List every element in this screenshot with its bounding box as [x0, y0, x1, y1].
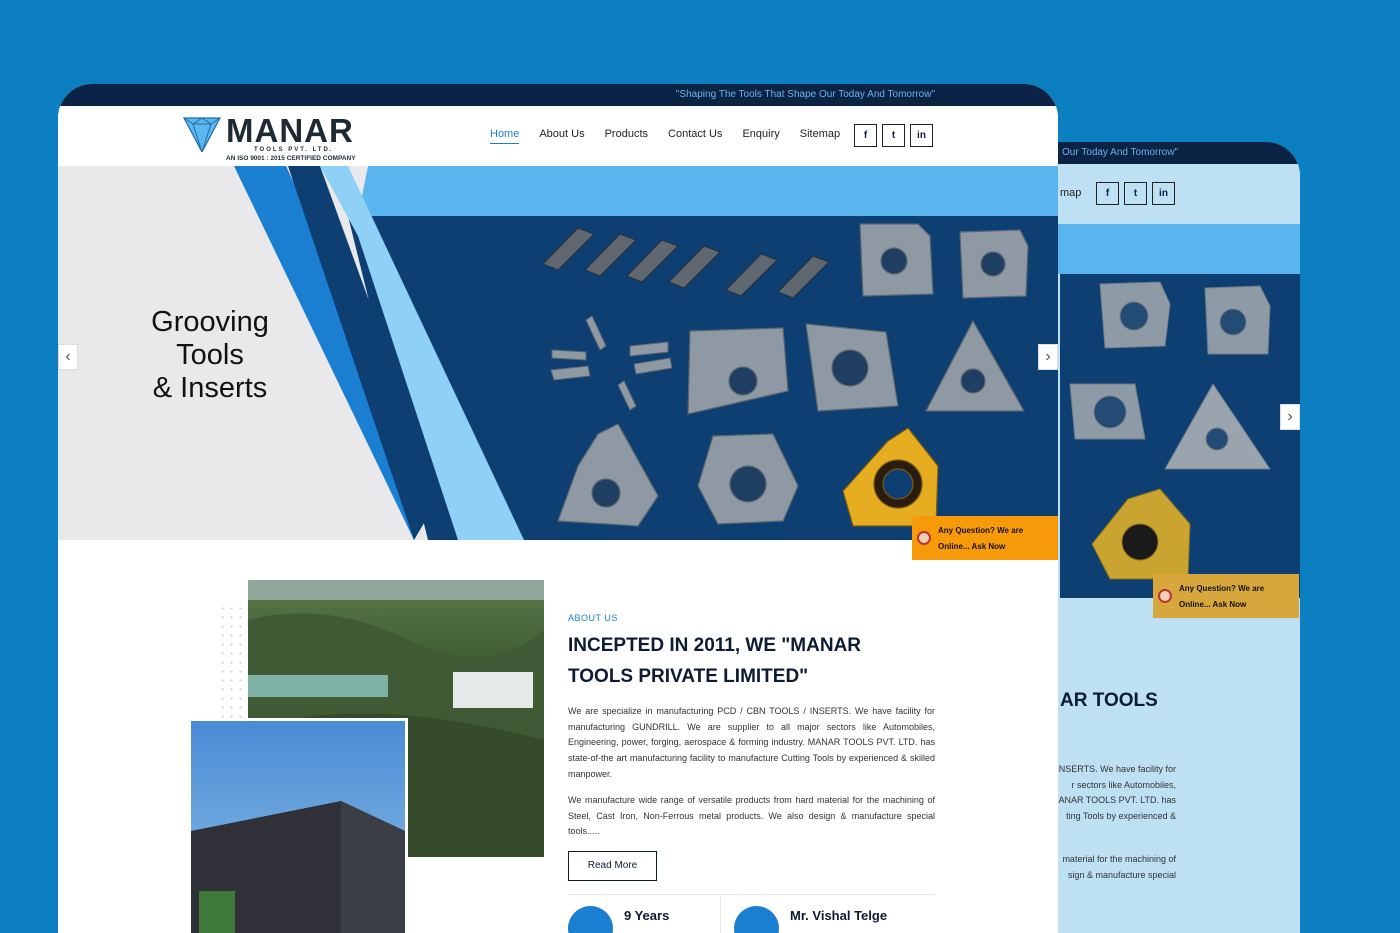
logo[interactable]: MANAR TOOLS PVT. LTD. AN ISO 9001 : 2015…	[182, 112, 372, 162]
header: MANAR TOOLS PVT. LTD. AN ISO 9001 : 2015…	[58, 106, 1058, 166]
chat-widget[interactable]: Any Question? We are Online... Ask Now	[912, 516, 1058, 560]
nav-item-sitemap[interactable]: map	[1060, 187, 1081, 199]
chat-avatar-icon	[1158, 589, 1172, 603]
facebook-icon[interactable]: f	[1096, 182, 1119, 205]
tagline: "Shaping The Tools That Shape Our Today …	[675, 89, 935, 100]
brand-subtitle: TOOLS PVT. LTD.	[254, 147, 334, 153]
nav-item-sitemap[interactable]: Sitemap	[800, 128, 840, 144]
tagline: Our Today And Tomorrow"	[1061, 147, 1178, 158]
hero-slider: Grooving Tools & Inserts ‹ ›	[58, 166, 1058, 540]
divider	[720, 896, 721, 933]
nav-item-about-us[interactable]: About Us	[539, 128, 584, 144]
linkedin-icon[interactable]: in	[1152, 182, 1175, 205]
twitter-icon[interactable]: t	[1124, 182, 1147, 205]
chat-avatar-icon	[917, 531, 931, 545]
chevron-right-icon: ›	[1045, 348, 1051, 365]
chevron-left-icon: ‹	[65, 348, 71, 365]
slider-next-button[interactable]: ›	[1038, 344, 1058, 370]
nav-item-contact-us[interactable]: Contact Us	[668, 128, 722, 144]
browser-window: "Shaping The Tools That Shape Our Today …	[58, 84, 1058, 933]
about-paragraph-1: We are specialize in manufacturing PCD /…	[568, 706, 935, 779]
slider-next-button[interactable]: ›	[1280, 404, 1300, 430]
user-icon	[734, 906, 779, 933]
nav-item-enquiry[interactable]: Enquiry	[742, 128, 779, 144]
stat-years: 9 Years	[568, 906, 669, 933]
calendar-icon	[568, 906, 613, 933]
top-bar: "Shaping The Tools That Shape Our Today …	[58, 84, 1058, 106]
dots-decoration	[218, 604, 244, 724]
hero-title: Grooving Tools & Inserts	[151, 306, 269, 404]
nav-item-products[interactable]: Products	[605, 128, 648, 144]
about-text-2: material for the machining of sign & manu…	[1062, 854, 1176, 880]
slider-prev-button[interactable]: ‹	[58, 344, 78, 370]
about-paragraph-2: We manufacture wide range of versatile p…	[568, 795, 935, 837]
facebook-icon[interactable]: f	[854, 124, 877, 147]
stat-director: Mr. Vishal Telge	[734, 906, 887, 933]
about-heading: INCEPTED IN 2011, WE "MANAR TOOLS PRIVAT…	[568, 635, 862, 687]
linkedin-icon[interactable]: in	[910, 124, 933, 147]
twitter-icon[interactable]: t	[882, 124, 905, 147]
about-text-1: NSERTS. We have facility for r sectors li…	[1050, 764, 1176, 822]
diamond-logo-icon	[183, 117, 221, 152]
read-more-button[interactable]: Read More	[568, 851, 657, 881]
about-heading: AR TOOLS	[1060, 690, 1158, 711]
divider	[568, 894, 935, 895]
about-label: ABOUT US	[568, 613, 618, 623]
main-nav: Home About Us Products Contact Us Enquir…	[490, 128, 860, 144]
chat-widget[interactable]: Any Question? We are Online... Ask Now	[1153, 574, 1299, 618]
brand-name: MANAR	[226, 112, 354, 149]
iso-certification: AN ISO 9001 : 2015 CERTIFIED COMPANY	[226, 155, 356, 162]
nav-item-home[interactable]: Home	[490, 128, 520, 144]
building-image	[188, 718, 408, 933]
